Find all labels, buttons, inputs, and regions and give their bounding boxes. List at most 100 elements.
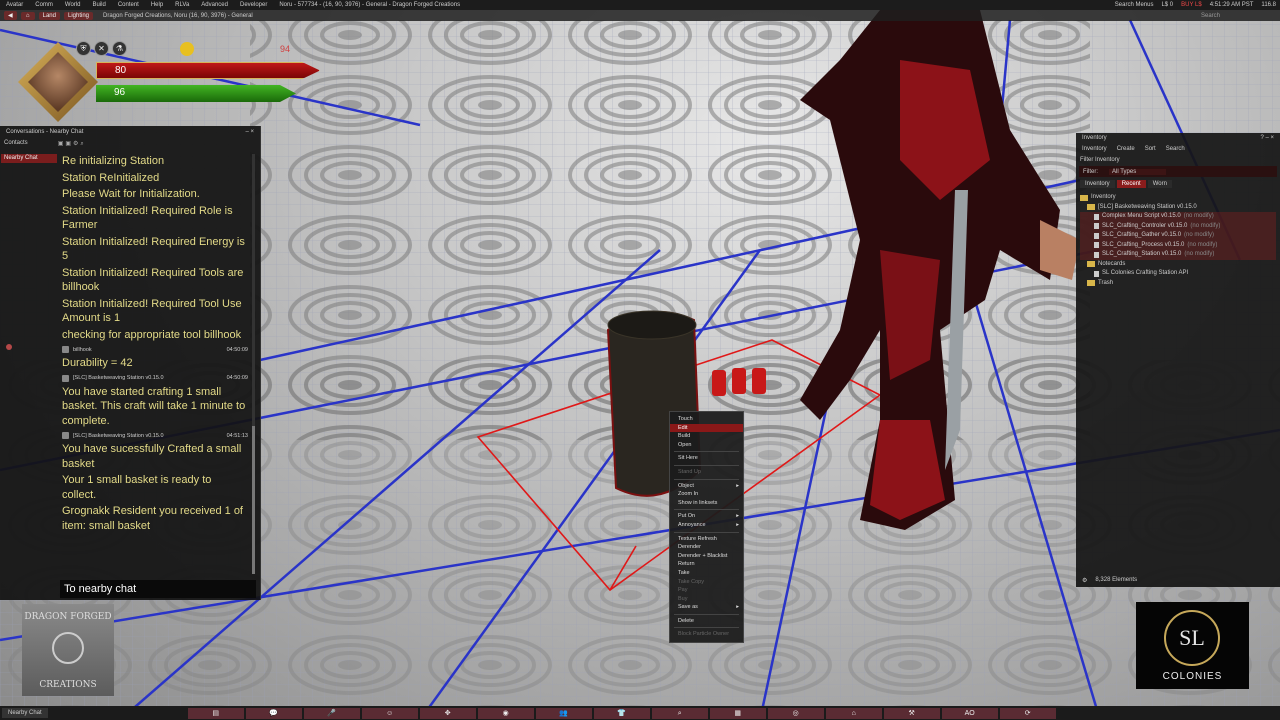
context-menu-item[interactable]: Open [670,441,743,450]
tab-inventory[interactable]: Inventory [1080,180,1115,188]
inventory-item[interactable]: SLC_Crafting_Station v0.15.0 (no modify) [1080,250,1276,260]
inventory-folder[interactable]: Trash [1080,279,1276,289]
inventory-menu-create[interactable]: Create [1117,146,1135,152]
move-icon[interactable]: ✥ [419,707,476,719]
buy-currency-button[interactable]: BUY L$ [1181,2,1202,8]
home-icon[interactable]: ⌂ [20,11,35,20]
context-menu-item[interactable]: Object ▸ [670,482,743,491]
back-button[interactable]: ◀ [4,11,17,20]
chat-sender[interactable]: billhook [73,347,92,353]
context-menu-item[interactable]: Texture Refresh [670,535,743,544]
menu-advanced[interactable]: Advanced [195,2,234,8]
menu-avatar[interactable]: Avatar [0,2,29,8]
object-icon [62,346,69,353]
inventory-item-label: SLC_Crafting_Controler v0.15.0 [1102,222,1188,229]
inventory-menu-search[interactable]: Search [1166,146,1185,152]
context-menu-item[interactable]: Build [670,432,743,441]
context-menu-item[interactable]: Take [670,569,743,578]
conversation-toolbar-icons[interactable]: ▣▣⚙⌕ [58,140,86,147]
context-menu-item[interactable]: Derender [670,543,743,552]
context-menu-item[interactable]: Zoom In [670,490,743,499]
shield-icon[interactable]: ⛨ [76,41,91,56]
map-icon[interactable]: ▦ [709,707,766,719]
chat-message: Your 1 small basket is ready to collect. [62,474,212,501]
menu-comm[interactable]: Comm [29,2,59,8]
inventory-title-bar[interactable]: Inventory ? – × [1076,133,1280,143]
chat-scrollbar-thumb[interactable] [252,426,255,574]
people-icon[interactable]: 👥 [535,707,592,719]
context-menu-item[interactable]: Annoyance ▸ [670,521,743,530]
inventory-menu-inventory[interactable]: Inventory [1082,146,1107,152]
context-menu-item[interactable]: Sit Here [670,454,743,463]
inventory-folder[interactable]: [SLC] Basketweaving Station v0.15.0 [1080,203,1276,213]
nearby-chat-tab[interactable]: Nearby Chat [1,154,57,163]
gear-icon[interactable]: ⚙ [1082,577,1087,584]
inventory-folder[interactable]: Inventory [1080,193,1276,203]
chat-icon[interactable]: 💬 [245,707,302,719]
context-menu-item[interactable]: Put On ▸ [670,512,743,521]
chat-message: Station Initialized! Required Energy is … [62,235,245,263]
inventory-item[interactable]: SLC_Crafting_Controler v0.15.0 (no modify… [1080,221,1276,231]
context-menu-item[interactable]: Show in linksets [670,499,743,508]
window-buttons[interactable]: ? – × [1260,135,1274,141]
menu-content[interactable]: Content [112,2,145,8]
menu-world[interactable]: World [59,2,87,8]
chat-message: Station Initialized! Required Tool Use A… [62,297,242,325]
permission-note: (no modify) [1184,251,1215,257]
chat-sender[interactable]: [SLC] Basketweaving Station v0.15.0 [73,375,164,381]
menu-developer[interactable]: Developer [234,2,273,8]
minimap-icon[interactable]: ◎ [767,707,824,719]
context-menu-label: Delete [678,617,694,624]
tools-icon[interactable]: ✕ [94,41,109,56]
ao-icon[interactable]: AO [941,707,998,719]
gestures-icon[interactable]: ☺ [361,707,418,719]
appearance-icon[interactable]: 👕 [593,707,650,719]
inventory-item[interactable]: SLC_Crafting_Process v0.15.0 (no modify) [1080,240,1276,250]
inventory-item[interactable]: Complex Menu Script v0.15.0 (no modify) [1080,212,1276,222]
voice-icon[interactable]: 🎤 [303,707,360,719]
context-menu-item[interactable]: Derender + Blacklist [670,552,743,561]
tab-recent[interactable]: Recent [1116,180,1146,188]
context-menu-item[interactable]: Save as ▸ [670,603,743,612]
context-menu-item[interactable]: Edit [670,423,743,433]
build-icon[interactable]: ⚒ [883,707,940,719]
context-menu-item[interactable]: Touch [670,415,743,424]
flask-icon[interactable]: ⚗ [112,41,127,56]
search-icon[interactable]: ⌕ [651,707,708,719]
inventory-icon[interactable]: ▤ [187,707,244,719]
inventory-folder[interactable]: Notecards [1080,260,1276,270]
filter-type-select[interactable]: All Types [1109,168,1167,175]
search-menus-input[interactable]: Search Menus [1115,2,1154,8]
inventory-menu-sort[interactable]: Sort [1145,146,1156,152]
chat-sender[interactable]: [SLC] Basketweaving Station v0.15.0 [73,433,164,439]
menu-separator [674,627,739,629]
chat-input[interactable]: To nearby chat [60,580,256,598]
location-input[interactable]: Dragon Forged Creations, Noru (16, 90, 3… [103,13,253,19]
nearby-chat-button[interactable]: Nearby Chat [2,708,48,718]
tab-worn[interactable]: Worn [1147,180,1172,188]
view-icon[interactable]: ◉ [477,707,534,719]
folder-icon [1087,204,1095,211]
filter-inventory-input[interactable]: Filter Inventory [1076,155,1280,166]
location-search-input[interactable]: Search [1201,13,1220,19]
permission-note: (no modify) [1184,232,1215,238]
conversations-title-bar[interactable]: Conversations - Nearby Chat – × [0,126,260,138]
window-buttons[interactable]: – × [245,129,254,135]
inventory-item-label: SLC_Crafting_Process v0.15.0 [1102,241,1185,248]
context-menu-item: Buy [670,595,743,604]
fs-icon[interactable]: ⟳ [999,707,1056,719]
land-button[interactable]: Land [38,11,60,20]
lighting-button[interactable]: Lighting [63,11,94,20]
menu-rlva[interactable]: RLVa [169,2,195,8]
places-icon[interactable]: ⌂ [825,707,882,719]
context-menu-item[interactable]: Return [670,560,743,569]
context-menu-label: Pay [678,587,688,594]
inventory-item[interactable]: SLC_Crafting_Gather v0.15.0 (no modify) [1080,231,1276,241]
context-menu-item[interactable]: Delete [670,617,743,626]
script-icon [1094,242,1099,249]
menu-build[interactable]: Build [86,2,111,8]
menu-help[interactable]: Help [145,2,169,8]
menu-separator [674,478,739,480]
contacts-button[interactable]: Contacts [4,140,28,146]
inventory-item[interactable]: SL Colonies Crafting Station API [1080,269,1276,279]
